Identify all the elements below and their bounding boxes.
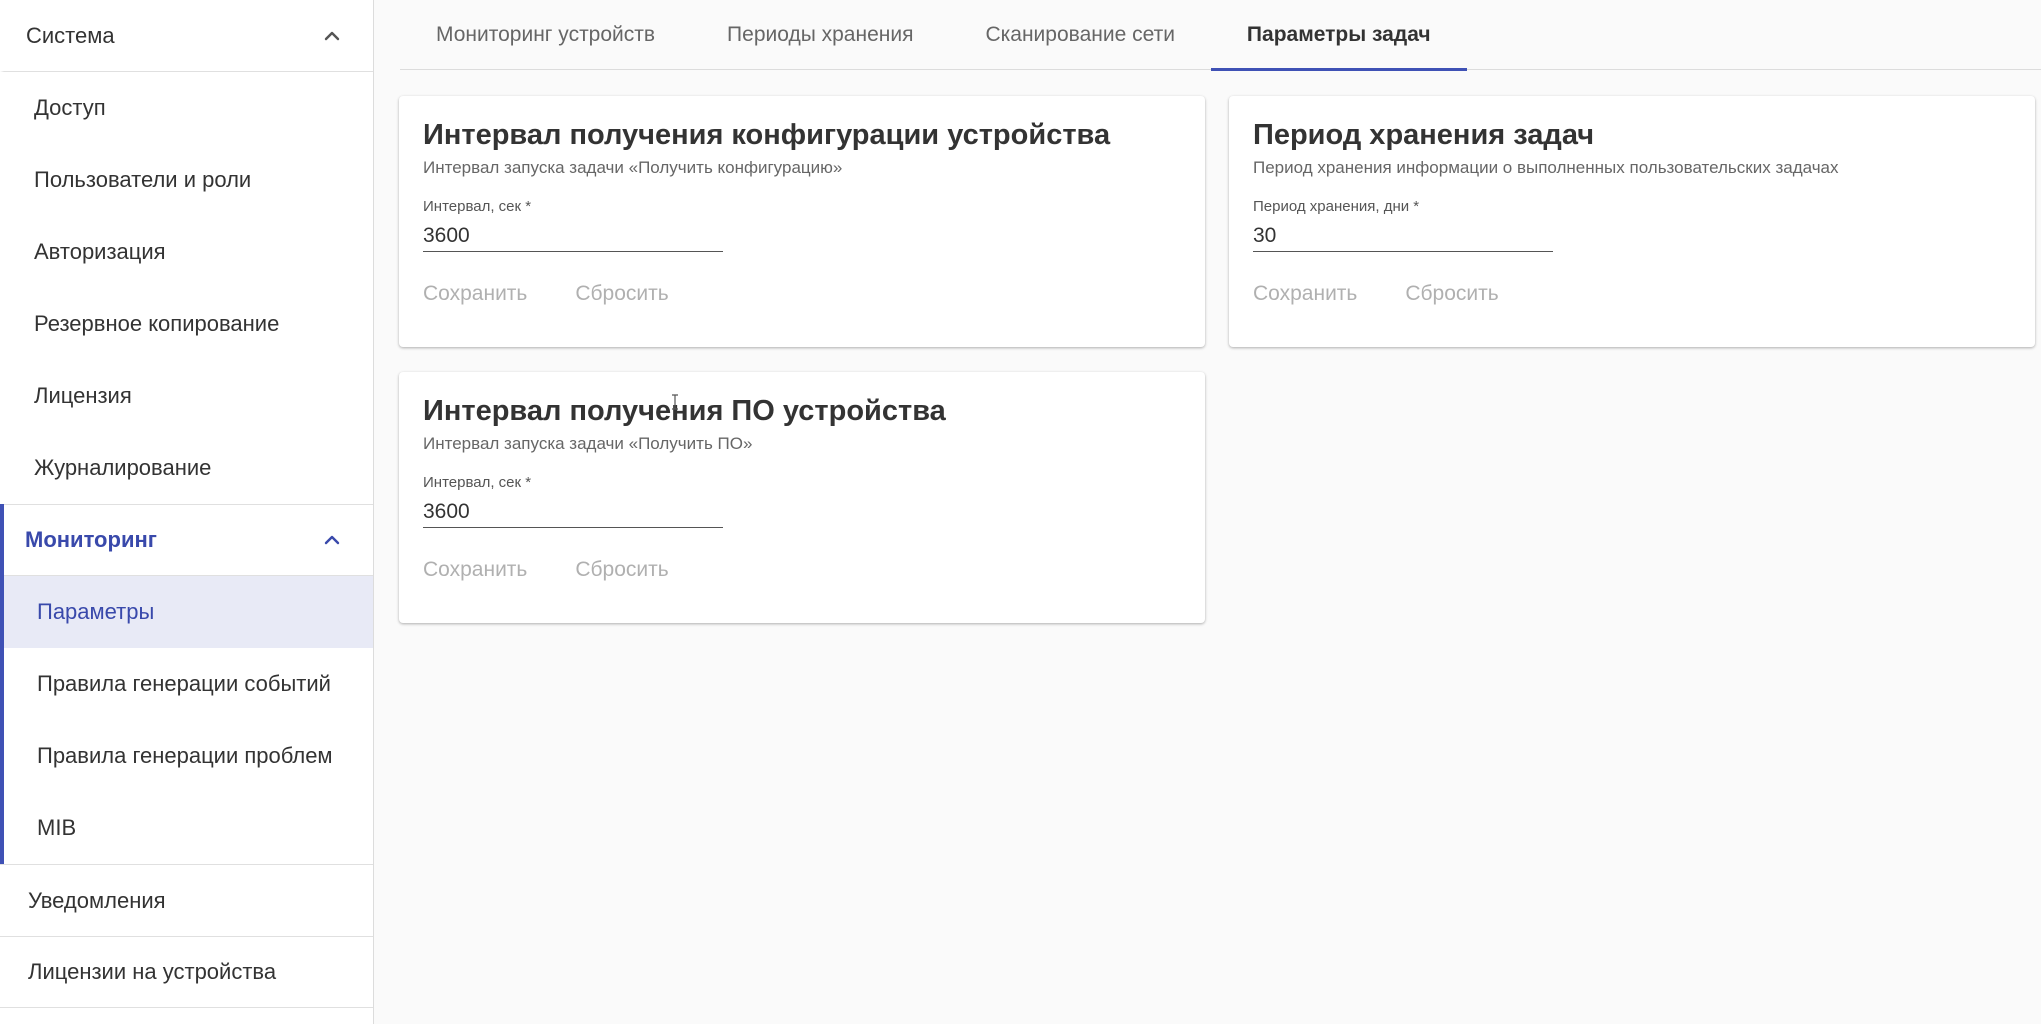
sidebar-item-label: Параметры: [37, 599, 155, 624]
tab-label: Параметры задач: [1246, 23, 1431, 46]
tab-label: Мониторинг устройств: [436, 23, 656, 46]
sidebar: Система Доступ Пользователи и роли Автор…: [0, 0, 374, 1024]
sidebar-item-backup[interactable]: Резервное копирование: [0, 288, 373, 360]
card-actions: Сохранить Сбросить: [1241, 274, 2011, 314]
sidebar-item-label: Лицензии на устройства: [28, 959, 277, 984]
firmware-interval-input[interactable]: [423, 492, 723, 528]
firmware-interval-card: Интервал получения ПО устройства Интерва…: [399, 372, 1205, 623]
card-title: Интервал получения конфигурации устройст…: [423, 119, 1111, 151]
sidebar-item-notifications[interactable]: Уведомления: [0, 864, 373, 936]
task-retention-field: Период хранения, дни *: [1253, 198, 1553, 252]
config-interval-input[interactable]: [423, 216, 723, 252]
field-label: Интервал, сек *: [423, 198, 532, 215]
sidebar-item-license[interactable]: Лицензия: [0, 360, 373, 432]
sidebar-item-authorization[interactable]: Авторизация: [0, 216, 373, 288]
sidebar-item-label: MIB: [37, 815, 77, 840]
tab-network-scan[interactable]: Сканирование сети: [949, 0, 1210, 70]
tab-task-parameters[interactable]: Параметры задач: [1210, 0, 1467, 71]
nav-group-monitoring-label: Мониторинг: [25, 527, 157, 552]
card-subtitle: Интервал запуска задачи «Получить ПО»: [423, 434, 753, 453]
app-root: Система Доступ Пользователи и роли Автор…: [0, 0, 2041, 1024]
sidebar-item-label: Правила генерации проблем: [37, 743, 333, 768]
firmware-interval-field: Интервал, сек *: [423, 474, 723, 528]
task-retention-input[interactable]: [1253, 216, 1553, 252]
tab-bar: Мониторинг устройств Периоды хранения Ск…: [400, 0, 2041, 71]
field-label: Интервал, сек *: [423, 474, 532, 491]
card-title: Интервал получения ПО устройства: [423, 395, 946, 427]
nav-group-system[interactable]: Система: [0, 0, 373, 72]
sidebar-item-label: Авторизация: [34, 239, 166, 264]
sidebar-item-label: Доступ: [34, 95, 106, 120]
sidebar-item-label: Правила генерации событий: [37, 671, 331, 696]
card-title: Период хранения задач: [1253, 119, 1595, 151]
chevron-up-icon[interactable]: [321, 529, 343, 551]
sidebar-item-device-licenses[interactable]: Лицензии на устройства: [0, 936, 373, 1008]
sidebar-item-problem-rules[interactable]: Правила генерации проблем: [4, 720, 373, 792]
card-actions: Сохранить Сбросить: [411, 274, 1181, 314]
reset-button[interactable]: Сбросить: [1393, 274, 1510, 314]
sidebar-item-label: Лицензия: [34, 383, 132, 408]
sidebar-item-label: Уведомления: [28, 887, 166, 913]
nav-group-monitoring-block: Мониторинг Параметры Правила генерации с…: [0, 504, 373, 864]
text-cursor-icon: [671, 394, 679, 410]
main-content: Мониторинг устройств Периоды хранения Ск…: [374, 0, 2041, 1024]
sidebar-item-parameters[interactable]: Параметры: [4, 576, 373, 648]
save-button[interactable]: Сохранить: [1241, 274, 1369, 314]
sidebar-item-mib[interactable]: MIB: [4, 792, 373, 864]
sidebar-item-label: Журналирование: [34, 455, 212, 480]
task-retention-card: Период хранения задач Период хранения ин…: [1229, 96, 2035, 347]
save-button[interactable]: Сохранить: [411, 274, 539, 314]
save-button[interactable]: Сохранить: [411, 550, 539, 590]
card-actions: Сохранить Сбросить: [411, 550, 1181, 590]
tab-device-monitoring[interactable]: Мониторинг устройств: [400, 0, 691, 70]
nav-group-monitoring[interactable]: Мониторинг: [4, 504, 373, 576]
sidebar-item-event-rules[interactable]: Правила генерации событий: [4, 648, 373, 720]
config-interval-card: Интервал получения конфигурации устройст…: [399, 96, 1205, 347]
config-interval-field: Интервал, сек *: [423, 198, 723, 252]
sidebar-item-label: Пользователи и роли: [34, 167, 252, 192]
field-label: Период хранения, дни *: [1253, 198, 1420, 215]
nav-group-system-label: Система: [26, 22, 115, 48]
sidebar-item-users-roles[interactable]: Пользователи и роли: [0, 144, 373, 216]
tab-retention-periods[interactable]: Периоды хранения: [691, 0, 949, 70]
reset-button[interactable]: Сбросить: [563, 274, 680, 314]
card-subtitle: Интервал запуска задачи «Получить конфиг…: [423, 158, 843, 177]
tab-label: Сканирование сети: [985, 23, 1175, 46]
card-subtitle: Период хранения информации о выполненных…: [1253, 158, 1839, 177]
sidebar-item-access[interactable]: Доступ: [0, 72, 373, 144]
tab-label: Периоды хранения: [727, 23, 914, 46]
sidebar-item-label: Резервное копирование: [34, 311, 280, 336]
reset-button[interactable]: Сбросить: [563, 550, 680, 590]
sidebar-item-logging[interactable]: Журналирование: [0, 432, 373, 504]
chevron-up-icon[interactable]: [321, 25, 343, 47]
